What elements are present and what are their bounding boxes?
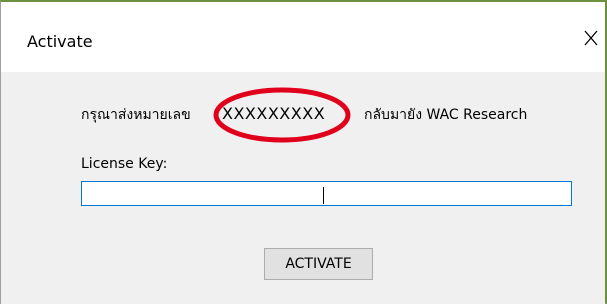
text-caret bbox=[323, 187, 324, 204]
license-key-input[interactable] bbox=[81, 181, 572, 206]
activate-button[interactable]: ACTIVATE bbox=[264, 248, 373, 280]
window-title: Activate bbox=[27, 32, 93, 51]
machine-code: XXXXXXXXX bbox=[222, 104, 326, 123]
instruction-text-prefix: กรุณาส่งหมายเลข bbox=[81, 107, 191, 123]
activate-dialog: Activate กรุณาส่งหมายเลข XXXXXXXXX กลับม… bbox=[0, 0, 607, 304]
dialog-body: กรุณาส่งหมายเลข XXXXXXXXX กลับมายัง WAC … bbox=[1, 72, 605, 304]
instruction-text-suffix: กลับมายัง WAC Research bbox=[364, 107, 528, 123]
title-bar: Activate bbox=[1, 2, 605, 72]
close-button[interactable] bbox=[577, 22, 605, 54]
license-key-label: License Key: bbox=[81, 156, 168, 172]
close-icon bbox=[584, 30, 598, 46]
